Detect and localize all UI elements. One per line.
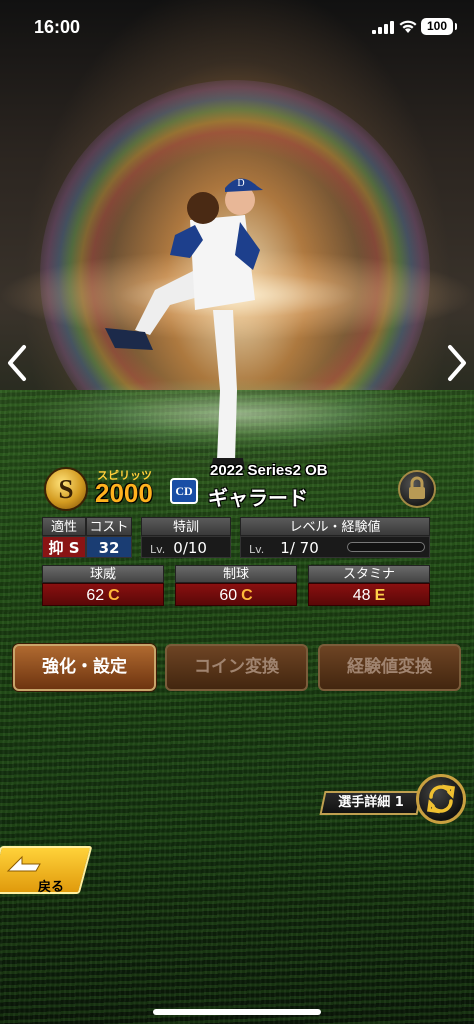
back-label: 戻る [38, 880, 65, 895]
svg-text:D: D [237, 178, 244, 189]
exp-exchange-button[interactable]: 経験値変換 [318, 644, 461, 691]
status-time: 16:00 [34, 17, 81, 37]
training-box: Lv. 0/10 [141, 536, 231, 558]
ability-header-power: 球威 [42, 565, 164, 583]
training-value: 0/10 [173, 539, 207, 557]
cellular-signal-icon [372, 21, 394, 34]
training-lv-label: Lv. [150, 543, 166, 556]
coin-exchange-button[interactable]: コイン変換 [165, 644, 308, 691]
lock-button[interactable] [398, 470, 436, 508]
swap-arrows-icon [427, 784, 455, 814]
training-header: 特訓 [141, 517, 231, 536]
spirit-value: 2000 [95, 478, 153, 508]
ability-value-power: 62 C [42, 583, 164, 606]
ability-grade-control: C [241, 587, 253, 604]
ability-value-control: 60 C [175, 583, 297, 606]
ability-grade-power: C [108, 587, 120, 604]
switch-detail-button[interactable] [416, 774, 466, 824]
exp-progress-bar [347, 542, 425, 552]
level-value: 1/ 70 [280, 539, 319, 557]
player-name: ギャラード [208, 486, 308, 510]
back-arrow-icon [6, 855, 41, 872]
enhance-settings-button[interactable]: 強化・設定 [13, 644, 156, 691]
ability-header-control: 制球 [175, 565, 297, 583]
series-label: 2022 Series2 OB [210, 462, 328, 479]
player-image: D [105, 178, 263, 470]
player-detail-label[interactable]: 選手詳細 1 [319, 791, 423, 815]
next-arrow-icon[interactable] [442, 343, 470, 383]
spirit-rank-icon: S [44, 467, 88, 511]
aptitude-header: 適性 [42, 517, 86, 536]
wifi-icon [399, 20, 417, 33]
level-lv-label: Lv. [249, 543, 265, 556]
cost-header: コスト [86, 517, 132, 536]
cost-value: 32 [86, 536, 132, 558]
lock-icon [409, 476, 425, 499]
level-header: レベル・経験値 [240, 517, 430, 536]
previous-arrow-icon[interactable] [4, 343, 32, 383]
ability-value-stamina: 48 E [308, 583, 430, 606]
home-indicator[interactable] [153, 1009, 321, 1015]
status-bar: 16:00 100 [0, 0, 474, 56]
ability-grade-stamina: E [374, 587, 386, 604]
team-logo-icon: CD [170, 478, 198, 504]
ability-header-stamina: スタミナ [308, 565, 430, 583]
aptitude-value: 抑 S [42, 536, 86, 558]
battery-icon: 100 [421, 18, 457, 35]
